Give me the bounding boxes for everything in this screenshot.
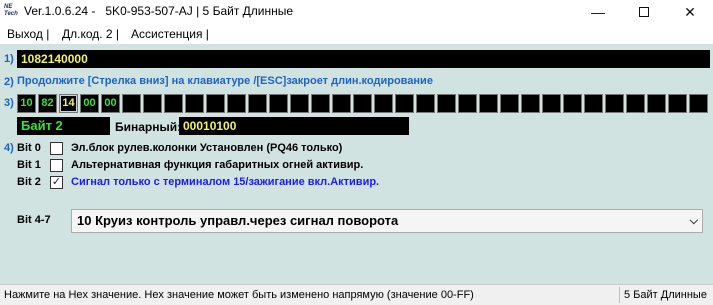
- hex-cell[interactable]: [647, 94, 666, 113]
- row-number-2: 2): [4, 76, 14, 88]
- logo-line-2: Tech: [4, 11, 18, 17]
- hex-cell[interactable]: [668, 94, 687, 113]
- hex-cell[interactable]: [563, 94, 582, 113]
- hex-cell[interactable]: [122, 94, 141, 113]
- hex-cell[interactable]: [374, 94, 393, 113]
- bit-description: Сигнал только с терминалом 15/зажигание …: [71, 176, 380, 188]
- hex-cell[interactable]: 00: [80, 94, 99, 113]
- row-number-4: 4): [4, 142, 14, 154]
- window-title: Ver.1.0.6.24 - 5K0-953-507-AJ | 5 Байт Д…: [24, 4, 294, 18]
- hex-cell[interactable]: [500, 94, 519, 113]
- bit-2-checkbox[interactable]: ✓: [50, 176, 63, 189]
- row-number-1: 1): [4, 53, 14, 65]
- hex-cell[interactable]: [206, 94, 225, 113]
- hex-byte-strip: 10 82 14 00 00: [17, 94, 710, 113]
- hex-cell[interactable]: [458, 94, 477, 113]
- maximize-icon: [639, 7, 649, 18]
- hex-cell[interactable]: 00: [101, 94, 120, 113]
- bit-description: Эл.блок рулев.колонки Установлен (PQ46 т…: [71, 142, 343, 154]
- bit-1-checkbox[interactable]: [50, 159, 63, 172]
- hex-cell[interactable]: [626, 94, 645, 113]
- bit-description: Альтернативная функция габаритных огней …: [71, 159, 364, 171]
- hex-cell[interactable]: [332, 94, 351, 113]
- close-icon: ✕: [684, 4, 696, 20]
- instruction-hint: Продолжите [Стрелка вниз] на клавиатуре …: [17, 75, 433, 87]
- binary-value-field[interactable]: 00010100: [179, 117, 409, 135]
- byte-label: Байт 2: [17, 117, 110, 135]
- row-number-3: 3): [4, 97, 14, 109]
- menu-item-long-code[interactable]: Дл.код. 2 |: [62, 27, 119, 41]
- hex-cell[interactable]: [437, 94, 456, 113]
- ident-value-field[interactable]: 1082140000: [17, 50, 710, 68]
- hex-cell[interactable]: [416, 94, 435, 113]
- hex-cell[interactable]: [290, 94, 309, 113]
- hex-cell[interactable]: [269, 94, 288, 113]
- bit-4-7-label: Bit 4-7: [17, 214, 51, 226]
- hex-cell[interactable]: [542, 94, 561, 113]
- minimize-button[interactable]: —: [575, 0, 621, 24]
- status-hint: Нажмите на Hex значение. Hex значение мо…: [4, 289, 474, 301]
- status-divider: [619, 287, 620, 303]
- menu-bar: Выход | Дл.код. 2 | Ассистенция |: [0, 24, 713, 44]
- hex-cell[interactable]: [584, 94, 603, 113]
- hex-cell[interactable]: [395, 94, 414, 113]
- hex-cell[interactable]: [479, 94, 498, 113]
- title-bar: NE Tech Ver.1.0.6.24 - 5K0-953-507-AJ | …: [0, 0, 713, 24]
- hex-cell[interactable]: [227, 94, 246, 113]
- binary-label: Бинарный:: [115, 120, 182, 134]
- menu-item-assistance[interactable]: Ассистенция |: [131, 27, 209, 41]
- hex-cell[interactable]: [311, 94, 330, 113]
- checkmark-icon: ✓: [51, 176, 62, 188]
- hex-cell[interactable]: 14: [59, 94, 78, 113]
- hex-cell[interactable]: [353, 94, 372, 113]
- hex-cell[interactable]: [164, 94, 183, 113]
- minimize-icon: —: [591, 4, 605, 20]
- bit-name: Bit 1: [17, 159, 41, 171]
- hex-cell[interactable]: 10: [17, 94, 36, 113]
- app-logo-icon: NE Tech: [4, 4, 20, 20]
- hex-cell[interactable]: [248, 94, 267, 113]
- close-button[interactable]: ✕: [667, 0, 713, 24]
- hex-cell[interactable]: [605, 94, 624, 113]
- bit-0-checkbox[interactable]: [50, 142, 63, 155]
- hex-cell[interactable]: [689, 94, 708, 113]
- hex-cell[interactable]: 82: [38, 94, 57, 113]
- chevron-down-icon: ⌵: [689, 215, 698, 227]
- select-value: 10 Круиз контроль управл.через сигнал по…: [77, 213, 399, 228]
- status-bar: Нажмите на Hex значение. Hex значение мо…: [0, 284, 713, 305]
- bit-name: Bit 0: [17, 142, 41, 154]
- maximize-button[interactable]: [621, 0, 667, 24]
- hex-cell[interactable]: [143, 94, 162, 113]
- logo-line-1: NE: [4, 4, 13, 10]
- hex-cell[interactable]: [185, 94, 204, 113]
- hex-cell[interactable]: [521, 94, 540, 113]
- bit-name: Bit 2: [17, 176, 41, 188]
- status-mode: 5 Байт Длинные: [624, 289, 707, 301]
- bit-4-7-select[interactable]: 10 Круиз контроль управл.через сигнал по…: [71, 209, 703, 233]
- menu-item-exit[interactable]: Выход |: [7, 27, 49, 41]
